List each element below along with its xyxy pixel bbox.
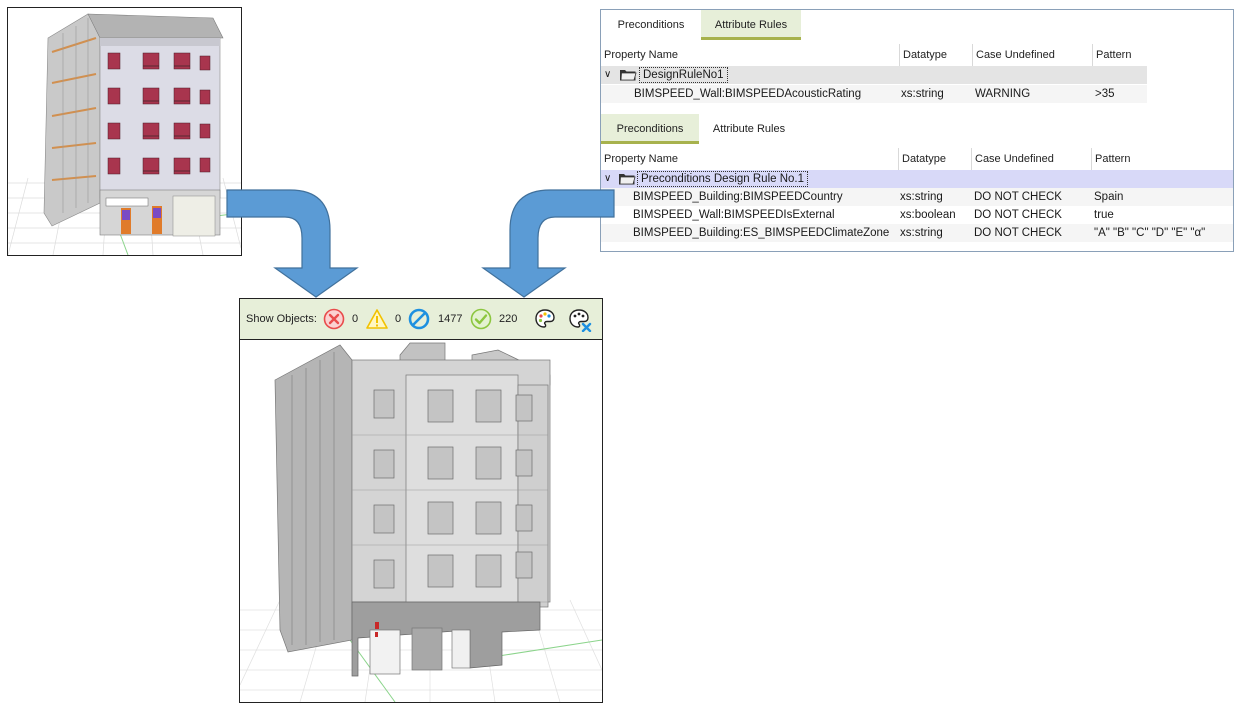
show-objects-toolbar: Show Objects: 0 0 1477 220 [240,299,602,340]
arrow-left-curved [226,189,359,298]
arrow-right-curved [481,189,615,298]
passed-count: 220 [499,313,518,325]
passed-icon[interactable] [470,308,492,330]
warning-count: 0 [395,313,402,325]
error-icon[interactable] [323,308,345,330]
show-objects-label: Show Objects: [246,313,317,325]
grey-building-render[interactable] [240,340,602,702]
check-results-viewer: Show Objects: 0 0 1477 220 [239,298,603,703]
unchecked-count: 1477 [438,313,463,325]
unchecked-icon[interactable] [408,308,430,330]
warning-icon[interactable] [366,308,388,330]
flow-arrows [226,189,615,298]
error-count: 0 [352,313,359,325]
color-palette-icon[interactable] [534,308,556,330]
clear-colors-icon[interactable] [568,308,592,332]
